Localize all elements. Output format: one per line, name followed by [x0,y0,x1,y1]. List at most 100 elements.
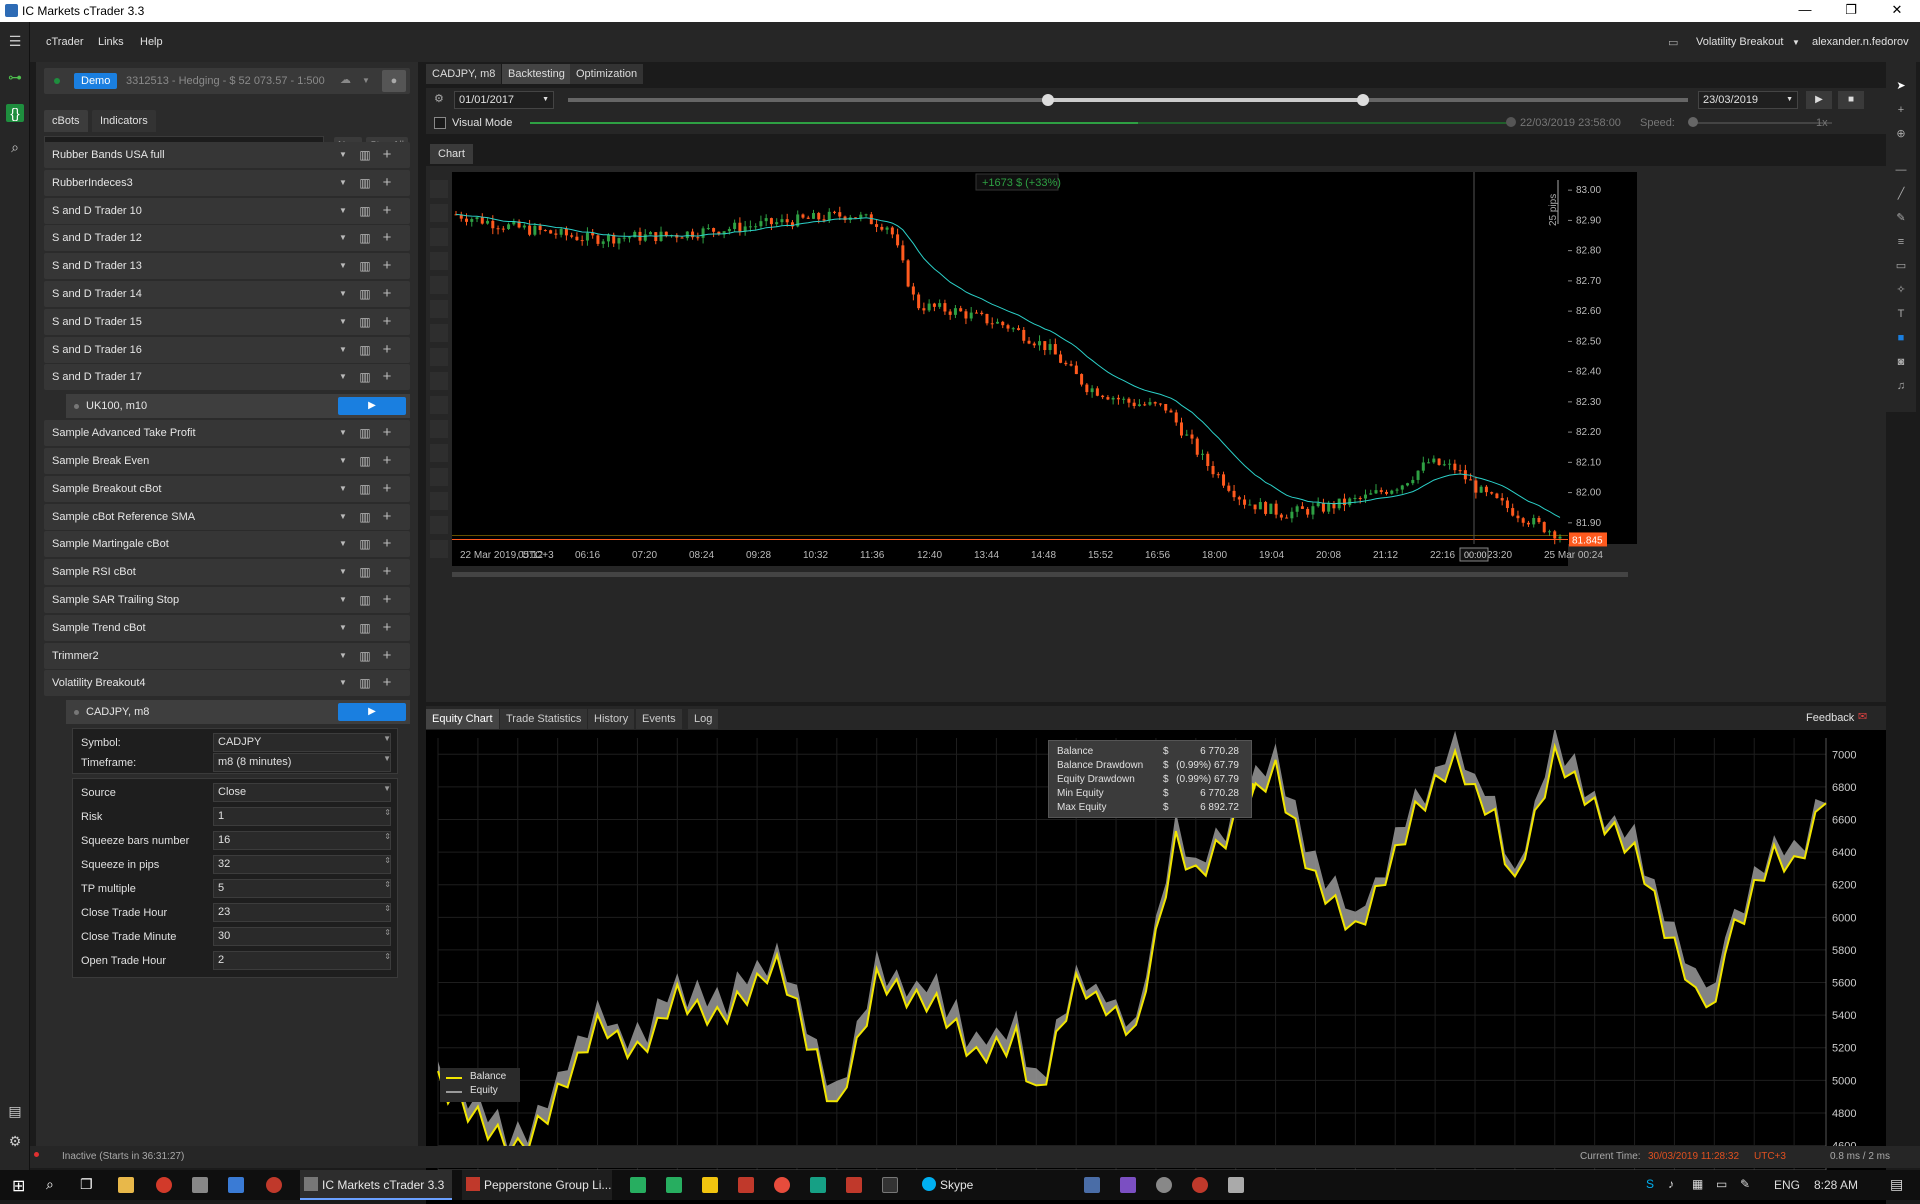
add-instance-icon[interactable]: + [378,174,396,192]
chevron-down-icon[interactable]: ▼ [334,285,352,303]
app-icon[interactable] [1228,1177,1244,1193]
crosshair-icon[interactable]: + [1893,102,1909,118]
stepper-icon[interactable]: ⇕ [384,904,391,913]
tab-indicators[interactable]: Indicators [92,110,156,132]
parameter-select[interactable]: m8 (8 minutes) [213,753,391,773]
cbot-item[interactable]: Sample Advanced Take Profit ▼ ▥ + [44,420,410,447]
windows-start-icon[interactable]: ⊞ [12,1176,25,1196]
app-icon[interactable] [266,1177,282,1193]
cbot-item[interactable]: Sample Trend cBot ▼ ▥ + [44,614,410,641]
parameter-input[interactable]: 30 [213,927,391,947]
minimize-button[interactable]: — [1782,0,1828,22]
instances-icon[interactable]: ▥ [356,368,374,386]
app-icon[interactable] [702,1177,718,1193]
cbot-item[interactable]: Trimmer2 ▼ ▥ + [44,642,410,669]
chevron-down-icon[interactable]: ▼ [334,563,352,581]
add-instance-icon[interactable]: + [378,229,396,247]
menu-links[interactable]: Links [98,36,124,48]
cbot-item[interactable]: Sample Martingale cBot ▼ ▥ + [44,531,410,558]
range-end-handle[interactable] [1357,94,1369,106]
speed-knob[interactable] [1688,117,1698,127]
chevron-down-icon[interactable]: ▼ [334,424,352,442]
menu-ctrader[interactable]: cTrader [46,36,84,48]
tab-cbots[interactable]: cBots [44,110,88,132]
chevron-down-icon[interactable]: ▼ [334,313,352,331]
add-instance-icon[interactable]: + [378,146,396,164]
parameter-input[interactable]: 32 [213,855,391,875]
add-instance-icon[interactable]: + [378,368,396,386]
settings-gear-icon[interactable]: ⚙ [6,1132,24,1150]
cbot-item[interactable]: Sample cBot Reference SMA ▼ ▥ + [44,503,410,530]
cbot-item[interactable]: Sample Break Even ▼ ▥ + [44,448,410,474]
chevron-down-icon[interactable]: ▼ [334,591,352,609]
instances-icon[interactable]: ▥ [356,146,374,164]
cbot-item[interactable]: S and D Trader 12 ▼ ▥ + [44,225,410,252]
parameter-input[interactable]: 16 [213,831,391,851]
instances-icon[interactable]: ▥ [356,257,374,275]
play-button[interactable]: ▶ [1806,91,1832,109]
user-name[interactable]: alexander.n.fedorov [1812,36,1909,48]
automate-icon[interactable]: {} [6,104,24,122]
battery-icon[interactable]: ▭ [1716,1177,1727,1191]
app-icon[interactable] [774,1177,790,1193]
app-icon[interactable] [1084,1177,1100,1193]
start-date-picker[interactable]: 01/01/2017 ▼ [454,91,554,109]
app-icon[interactable] [1156,1177,1172,1193]
add-instance-icon[interactable]: + [378,563,396,581]
run-instance-button[interactable]: ▶ [338,703,406,722]
trend-line-icon[interactable]: ╱ [1893,186,1909,202]
chevron-down-icon[interactable]: ▼ [362,76,370,85]
app-icon[interactable] [228,1177,244,1193]
add-instance-icon[interactable]: + [378,508,396,526]
stepper-icon[interactable]: ⇕ [384,808,391,817]
visual-mode-checkbox[interactable] [434,117,446,129]
add-instance-icon[interactable]: + [378,313,396,331]
instances-icon[interactable]: ▥ [356,591,374,609]
taskbar-ctrader[interactable]: IC Markets cTrader 3.3 [300,1170,452,1200]
cbot-instance[interactable]: UK100, m10 ▶ [66,394,410,419]
chevron-down-icon[interactable]: ▼ [334,535,352,553]
alert-bell-icon[interactable]: ♫ [1893,378,1909,394]
skype-tray-icon[interactable]: S [1646,1177,1654,1191]
chevron-down-icon[interactable]: ▼ [334,508,352,526]
tab-symbol[interactable]: CADJPY, m8 [426,64,502,84]
instances-icon[interactable]: ▥ [356,563,374,581]
search-icon[interactable]: ⌕ [46,1176,54,1193]
app-icon[interactable] [846,1177,862,1193]
add-instance-icon[interactable]: + [378,619,396,637]
instances-icon[interactable]: ▥ [356,424,374,442]
parameter-input[interactable]: 23 [213,903,391,923]
add-instance-icon[interactable]: + [378,285,396,303]
fibonacci-icon[interactable]: ≡ [1893,234,1909,250]
stepper-icon[interactable]: ⇕ [384,880,391,889]
language-indicator[interactable]: ENG [1774,1178,1800,1192]
briefcase-icon[interactable]: ▤ [6,1102,24,1120]
run-instance-button[interactable]: ▶ [338,397,406,416]
cbot-item[interactable]: S and D Trader 10 ▼ ▥ + [44,197,410,224]
notifications-icon[interactable]: ▤ [1890,1176,1903,1193]
close-button[interactable]: ✕ [1874,0,1920,22]
cbot-item[interactable]: S and D Trader 17 ▼ ▥ + [44,364,410,391]
feedback-link[interactable]: Feedback [1806,712,1854,724]
taskbar-skype[interactable]: Skype [918,1170,1014,1200]
stepper-icon[interactable]: ⇕ [384,928,391,937]
strategy-selector[interactable]: Volatility Breakout [1696,36,1783,48]
instances-icon[interactable]: ▥ [356,174,374,192]
cbot-item[interactable]: Sample Breakout cBot ▼ ▥ + [44,475,410,502]
chevron-down-icon[interactable]: ▼ [334,229,352,247]
tab-backtesting[interactable]: Backtesting [502,64,571,84]
add-instance-icon[interactable]: + [378,257,396,275]
add-instance-icon[interactable]: + [378,452,396,470]
instances-icon[interactable]: ▥ [356,619,374,637]
add-instance-icon[interactable]: + [378,674,396,692]
pattern-icon[interactable]: ✧ [1893,282,1909,298]
color-icon[interactable]: ■ [1893,330,1909,346]
price-chart[interactable]: 83.00 82.90 82.80 82.70 82.60 82.50 82.40 82.30… [426,166,1886,702]
timezone[interactable]: UTC+3 [1754,1151,1786,1162]
instances-icon[interactable]: ▥ [356,535,374,553]
app-icon[interactable] [192,1177,208,1193]
cursor-icon[interactable]: ➤ [1893,78,1909,94]
speed-slider[interactable] [1692,122,1832,124]
chevron-down-icon[interactable]: ▼ [334,480,352,498]
instances-icon[interactable]: ▥ [356,674,374,692]
